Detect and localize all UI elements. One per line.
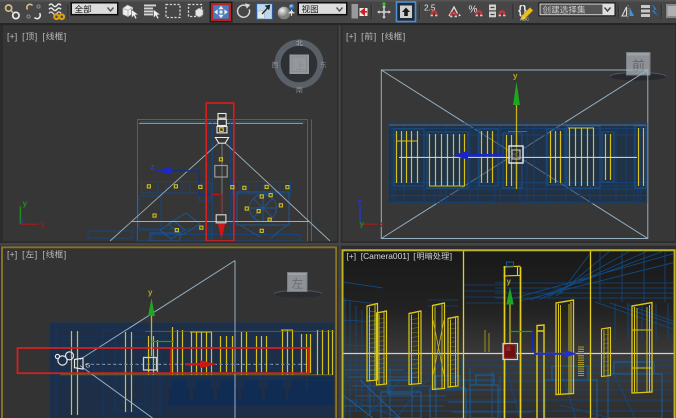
svg-text:z: z: [20, 216, 24, 226]
svg-text:[+]: [+]: [7, 250, 17, 260]
svg-text:y: y: [148, 288, 153, 297]
svg-text:x: x: [41, 219, 46, 229]
svg-text:]: ]: [35, 250, 38, 260]
svg-text:z: z: [151, 162, 155, 172]
svg-text:[+]: [+]: [347, 251, 357, 261]
svg-text:]: ]: [35, 32, 38, 42]
svg-text:ABC: ABC: [520, 17, 530, 22]
svg-text:]: ]: [403, 32, 406, 42]
svg-text:G: G: [86, 364, 91, 370]
svg-text:]: ]: [64, 32, 67, 42]
svg-text:[Camera001]: [Camera001]: [361, 251, 409, 261]
svg-text:y: y: [360, 220, 365, 229]
svg-text:[+]: [+]: [346, 32, 356, 42]
svg-text:[+]: [+]: [7, 32, 17, 42]
svg-text:y: y: [513, 72, 518, 81]
svg-text:y: y: [23, 198, 28, 208]
svg-text:]: ]: [450, 251, 452, 261]
svg-text:]: ]: [64, 250, 67, 260]
svg-text:]: ]: [374, 32, 377, 42]
svg-text:y: y: [507, 277, 512, 286]
svg-text:x: x: [380, 219, 385, 229]
svg-text:z: z: [358, 197, 362, 207]
